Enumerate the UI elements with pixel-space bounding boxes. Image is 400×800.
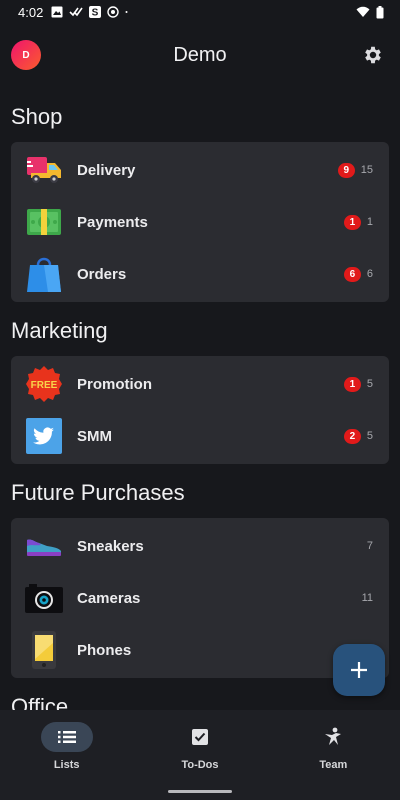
target-icon xyxy=(107,6,120,18)
battery-icon xyxy=(376,5,384,18)
image-icon xyxy=(51,6,63,18)
section-card-marketing: FREE Promotion 1 5 SMM 2 5 xyxy=(11,356,389,464)
team-star-icon xyxy=(325,727,342,745)
add-list-button[interactable] xyxy=(333,644,385,696)
item-count: 5 xyxy=(366,430,373,442)
section-title-marketing: Marketing xyxy=(11,318,108,343)
unread-badge: 1 xyxy=(343,214,361,230)
item-count: 7 xyxy=(366,540,373,552)
list-item-label: SMM xyxy=(77,427,112,445)
section-title-shop: Shop xyxy=(11,104,63,129)
double-check-icon xyxy=(69,7,83,17)
list-item-label: Sneakers xyxy=(77,537,144,555)
svg-text:S: S xyxy=(92,8,99,19)
nav-label: Team xyxy=(319,759,348,771)
item-count: 5 xyxy=(366,378,373,390)
nav-team[interactable]: Team xyxy=(267,710,400,800)
money-icon xyxy=(25,203,63,241)
nav-lists[interactable]: Lists xyxy=(0,710,133,800)
list-icon xyxy=(57,731,76,743)
nav-label: To-Dos xyxy=(181,759,219,771)
section-card-future-purchases: Sneakers 7 Cameras 11 Phones xyxy=(11,518,389,678)
wifi-icon xyxy=(356,6,370,17)
section-card-shop: Delivery 9 15 Payments 1 1 Orders 6 6 xyxy=(11,142,389,302)
unread-badge: 2 xyxy=(343,428,361,444)
page-title: Demo xyxy=(173,44,227,66)
camera-icon xyxy=(25,579,63,617)
nav-label: Lists xyxy=(53,759,80,771)
s-app-icon: S xyxy=(89,6,102,19)
list-item-smm[interactable]: SMM 2 5 xyxy=(11,410,389,462)
item-count: 1 xyxy=(366,216,373,228)
item-count: 11 xyxy=(361,592,373,604)
list-item-cameras[interactable]: Cameras 11 xyxy=(11,572,389,624)
lists-content: Shop Delivery 9 15 Payments 1 1 Orders 6… xyxy=(0,96,400,728)
unread-badge: 6 xyxy=(343,266,361,282)
unread-badge: 1 xyxy=(343,376,361,392)
sneaker-icon xyxy=(25,527,63,565)
checkbox-icon xyxy=(191,729,208,745)
list-item-label: Orders xyxy=(77,265,127,283)
section-title-future-purchases: Future Purchases xyxy=(11,480,185,505)
app-bar: D Demo xyxy=(0,30,400,82)
plus-icon xyxy=(351,662,367,678)
item-count: 6 xyxy=(366,268,373,280)
home-indicator[interactable] xyxy=(168,790,232,793)
list-item-label: Payments xyxy=(77,213,148,231)
dot-icon xyxy=(125,11,128,13)
unread-badge: 9 xyxy=(337,162,355,178)
list-item-label: Cameras xyxy=(77,589,141,607)
list-item-label: Promotion xyxy=(77,375,152,393)
twitter-icon xyxy=(25,417,63,455)
list-item-promotion[interactable]: FREE Promotion 1 5 xyxy=(11,358,389,410)
list-item-orders[interactable]: Orders 6 6 xyxy=(11,248,389,300)
free-badge-icon: FREE xyxy=(25,365,63,403)
nav-todos[interactable]: To-Dos xyxy=(133,710,266,800)
delivery-truck-icon xyxy=(25,151,63,189)
list-item-label: Phones xyxy=(77,641,132,659)
list-item-delivery[interactable]: Delivery 9 15 xyxy=(11,144,389,196)
gear-icon[interactable] xyxy=(362,44,384,66)
status-bar: 4:02 S xyxy=(0,0,400,24)
list-item-label: Delivery xyxy=(77,161,136,179)
item-count: 15 xyxy=(360,164,373,176)
bottom-navigation: Lists To-Dos Team xyxy=(0,710,400,800)
svg-text:FREE: FREE xyxy=(31,380,58,391)
status-time: 4:02 xyxy=(18,4,44,20)
list-item-payments[interactable]: Payments 1 1 xyxy=(11,196,389,248)
phone-icon xyxy=(25,631,63,669)
shopping-bag-icon xyxy=(25,255,63,293)
list-item-sneakers[interactable]: Sneakers 7 xyxy=(11,520,389,572)
